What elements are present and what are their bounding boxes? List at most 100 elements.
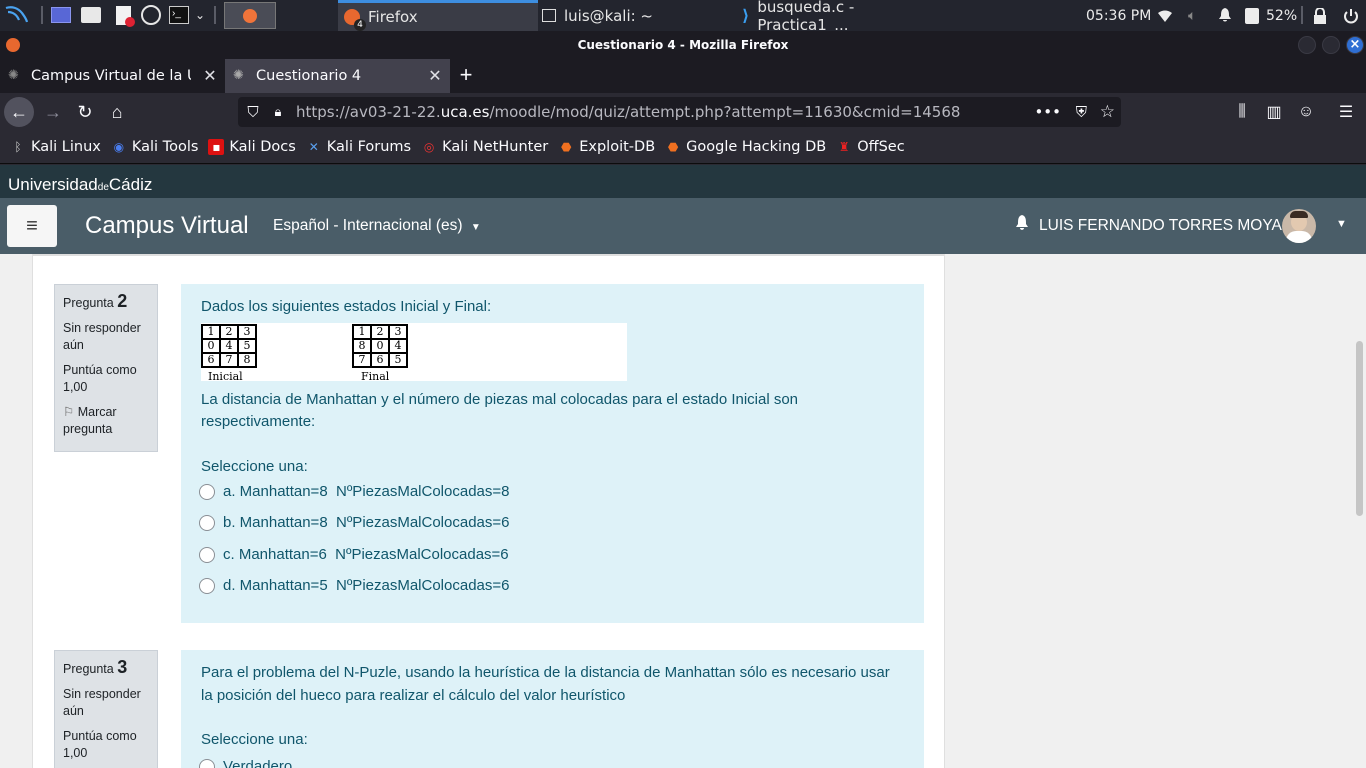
- workspace-icon[interactable]: [50, 4, 72, 26]
- question-intro: Dados los siguientes estados Inicial y F…: [201, 298, 492, 315]
- grid-cell: 0: [371, 338, 389, 353]
- option-label[interactable]: a. Manhattan=8 NºPiezasMalColocadas=8: [223, 481, 509, 504]
- pocket-icon[interactable]: ⛨: [1076, 103, 1087, 121]
- battery-icon[interactable]: [1245, 0, 1259, 31]
- kali-menu-icon[interactable]: [3, 4, 29, 26]
- university-logo[interactable]: UniversidaddeCádiz: [8, 175, 152, 194]
- answer-option-d[interactable]: d. Manhattan=5 NºPiezasMalColocadas=6: [199, 571, 904, 603]
- answer-option-b[interactable]: b. Manhattan=8 NºPiezasMalColocadas=6: [199, 508, 904, 540]
- question-text: Para el problema del N-Puzle, usando la …: [201, 664, 890, 704]
- ghdb-icon: ⬣: [667, 140, 679, 154]
- wifi-icon[interactable]: [1158, 0, 1172, 31]
- notifications-icon[interactable]: [1218, 0, 1232, 31]
- shield-icon[interactable]: ⛉: [238, 103, 268, 121]
- flag-question-link[interactable]: ⚐ Marcar pregunta: [63, 404, 149, 438]
- volume-icon[interactable]: 🔈︎: [1188, 0, 1196, 31]
- bookmarks-toolbar: ᛒ Kali Linux ◉ Kali Tools ▪ Kali Docs ✕ Kali…: [0, 131, 1366, 164]
- taskbar-window-terminal[interactable]: luis@kali: ~: [540, 0, 736, 31]
- grid-cell: 5: [238, 338, 256, 353]
- menu-icon[interactable]: ☰: [1335, 101, 1357, 123]
- site-name-link[interactable]: Campus Virtual: [85, 212, 249, 240]
- option-label[interactable]: b. Manhattan=8 NºPiezasMalColocadas=6: [223, 512, 509, 535]
- close-window-button[interactable]: ×: [1346, 36, 1364, 54]
- language-menu[interactable]: Español - Internacional (es) ▼: [273, 217, 481, 235]
- radio-button[interactable]: [199, 759, 215, 768]
- kali-forums-icon: ✕: [308, 140, 319, 154]
- taskbar-window-vscode[interactable]: ⟩ busqueda.c - Practica1_...: [740, 0, 940, 34]
- moodle-navbar: ≡ Campus Virtual Español - Internacional…: [0, 198, 1366, 254]
- chevron-down-icon[interactable]: ⌄: [193, 4, 207, 26]
- bookmark-kali-linux[interactable]: ᛒ Kali Linux: [10, 139, 100, 155]
- url-path: /moodle/mod/quiz/attempt.php?attempt=116…: [489, 103, 961, 121]
- bookmark-kali-nethunter[interactable]: ◎ Kali NetHunter: [421, 139, 548, 155]
- option-label[interactable]: c. Manhattan=6 NºPiezasMalColocadas=6: [223, 544, 509, 567]
- bookmark-kali-tools[interactable]: ◉ Kali Tools: [111, 139, 199, 155]
- exploit-db-icon: ⬣: [560, 140, 572, 154]
- final-caption: Final: [361, 369, 390, 383]
- scrollbar-thumb[interactable]: [1356, 341, 1363, 516]
- terminal-icon[interactable]: ›_: [168, 4, 190, 26]
- sidebar-icon[interactable]: ▥: [1263, 101, 1285, 123]
- battery-percentage: 52%: [1266, 7, 1298, 24]
- radio-button[interactable]: [199, 483, 215, 500]
- text-editor-icon[interactable]: [112, 4, 135, 27]
- radio-button[interactable]: [199, 515, 215, 532]
- taskbar-window-firefox[interactable]: 4 Firefox: [338, 0, 538, 31]
- bookmark-offsec[interactable]: ♜ OffSec: [836, 139, 905, 155]
- question-label: Pregunta: [63, 662, 114, 676]
- library-icon[interactable]: ⫼: [1231, 101, 1253, 123]
- question-info-3: Pregunta 3 Sin responder aún Puntúa como…: [54, 650, 158, 768]
- file-manager-icon[interactable]: [80, 4, 102, 26]
- question-text: La distancia de Manhattan y el número de…: [201, 390, 799, 431]
- forward-button[interactable]: →: [38, 97, 68, 127]
- radio-button[interactable]: [199, 578, 215, 595]
- avatar[interactable]: [1282, 209, 1316, 243]
- lock-icon[interactable]: [1313, 0, 1327, 31]
- close-tab-icon[interactable]: ✕: [426, 67, 444, 85]
- answer-option-a[interactable]: a. Manhattan=8 NºPiezasMalColocadas=8: [199, 476, 904, 508]
- new-tab-button[interactable]: +: [453, 63, 479, 89]
- main-content: Pregunta 2 Sin responder aún Puntúa como…: [32, 254, 945, 768]
- back-button[interactable]: ←: [4, 97, 34, 127]
- clock[interactable]: 05:36 PM: [1086, 8, 1151, 24]
- user-name: LUIS FERNANDO TORRES MOYA: [1039, 216, 1282, 234]
- web-browser-icon[interactable]: [140, 4, 162, 26]
- brand-text-de: de: [97, 182, 109, 193]
- user-menu[interactable]: LUIS FERNANDO TORRES MOYA: [1015, 215, 1282, 236]
- option-label[interactable]: d. Manhattan=5 NºPiezasMalColocadas=6: [223, 575, 509, 598]
- url-prefix: https://av03-21-22.: [296, 103, 441, 121]
- power-icon[interactable]: [1343, 0, 1359, 31]
- close-tab-icon[interactable]: ✕: [201, 67, 219, 85]
- tab-cuestionario[interactable]: ✺ Cuestionario 4 ✕: [225, 59, 450, 93]
- answer-option-c[interactable]: c. Manhattan=6 NºPiezasMalColocadas=6: [199, 539, 904, 571]
- bookmark-star-icon[interactable]: ☆: [1100, 102, 1115, 122]
- answer-prompt: Seleccione una:: [201, 457, 308, 475]
- page-actions-icon[interactable]: •••: [1034, 103, 1061, 121]
- question-content-3: Para el problema del N-Puzle, usando la …: [181, 650, 924, 768]
- lock-icon[interactable]: 🔒︎: [268, 105, 288, 120]
- grid-cell: 7: [353, 352, 371, 367]
- bell-icon[interactable]: [1015, 215, 1029, 236]
- drawer-toggle-button[interactable]: ≡: [7, 205, 57, 247]
- home-button[interactable]: ⌂: [102, 97, 132, 127]
- tab-campus-virtual[interactable]: ✺ Campus Virtual de la Univ ✕: [0, 59, 225, 93]
- bookmark-google-hacking-db[interactable]: ⬣ Google Hacking DB: [665, 139, 826, 155]
- bookmark-exploit-db[interactable]: ⬣ Exploit-DB: [558, 139, 655, 155]
- firefox-launcher-icon[interactable]: [224, 2, 276, 29]
- kali-icon: ᛒ: [14, 140, 22, 154]
- radio-button[interactable]: [199, 546, 215, 563]
- bookmark-kali-docs[interactable]: ▪ Kali Docs: [208, 139, 296, 155]
- bookmark-kali-forums[interactable]: ✕ Kali Forums: [306, 139, 411, 155]
- grid-cell: 6: [371, 352, 389, 367]
- minimize-button[interactable]: [1298, 36, 1316, 54]
- answer-option-true[interactable]: Verdadero: [199, 752, 904, 768]
- maximize-button[interactable]: [1322, 36, 1340, 54]
- account-icon[interactable]: ☺: [1295, 101, 1317, 123]
- option-label[interactable]: Verdadero: [223, 756, 292, 768]
- caret-down-icon[interactable]: ▼: [1336, 218, 1347, 230]
- grid-cell: 0: [202, 338, 220, 353]
- reload-button[interactable]: ↻: [70, 97, 100, 127]
- question-content-2: Dados los siguientes estados Inicial y F…: [181, 284, 924, 623]
- language-label: Español - Internacional (es): [273, 217, 463, 234]
- url-bar[interactable]: ⛉ 🔒︎ https://av03-21-22. uca.es/moodle/mo…: [238, 97, 1121, 127]
